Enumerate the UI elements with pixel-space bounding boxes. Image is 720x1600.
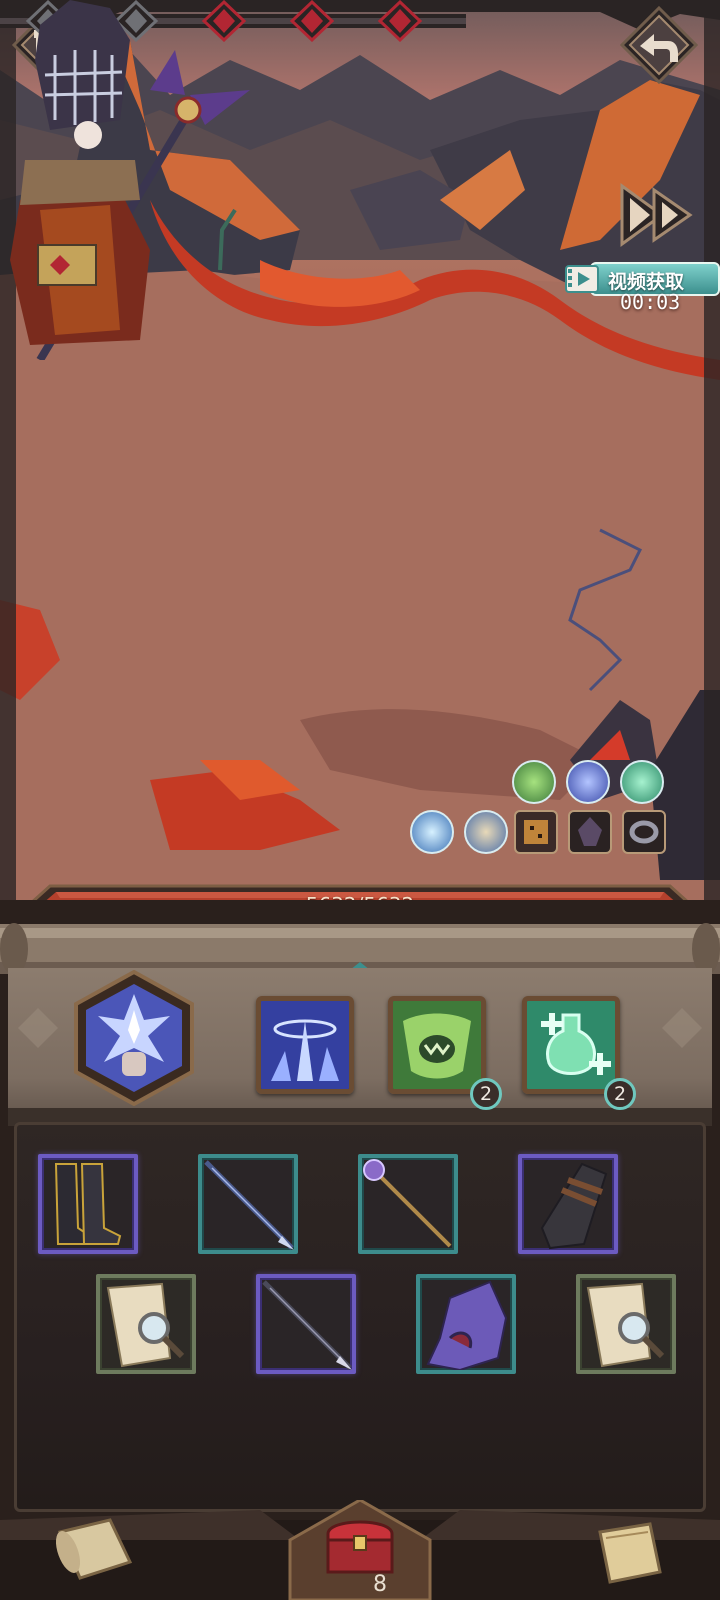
inventory-slot-boots[interactable] xyxy=(38,1154,138,1254)
fast-forward-icon xyxy=(620,183,693,247)
frost-spike-skill-button[interactable] xyxy=(256,996,354,1094)
battle-scene: 视频获取 00:03 xyxy=(0,0,720,900)
frost-spike-icon xyxy=(261,1001,349,1089)
healing-potion-charge-badge: 2 xyxy=(604,1078,636,1110)
poison-howl-skill-button[interactable] xyxy=(388,996,486,1094)
relic-dice-icon[interactable] xyxy=(514,810,558,854)
bracer-icon xyxy=(540,1162,608,1250)
healing-potion-skill-button[interactable] xyxy=(522,996,620,1094)
treasure-chest-icon xyxy=(326,1520,394,1574)
book-icon xyxy=(598,1522,662,1584)
inventory-slot-spear[interactable] xyxy=(198,1154,298,1254)
inventory-slot-orb-staff[interactable] xyxy=(358,1154,458,1254)
buff-frost-icon[interactable] xyxy=(566,760,610,804)
return-button[interactable] xyxy=(620,6,698,84)
return-arrow-icon xyxy=(620,6,698,84)
book-button[interactable] xyxy=(580,1512,680,1592)
inventory-slot-bracer[interactable] xyxy=(518,1154,618,1254)
game-screen: 视频获取 00:03 2 2 8 xyxy=(0,0,720,1600)
video-reward-timer: 00:03 xyxy=(620,290,681,314)
buff-lightning-icon[interactable] xyxy=(410,810,454,854)
healing-potion-icon xyxy=(527,1001,615,1089)
relic-ring-icon[interactable] xyxy=(622,810,666,854)
spear-icon xyxy=(204,1160,294,1250)
inventory-slot-scroll-magnifier[interactable] xyxy=(576,1274,676,1374)
buff-poison-icon[interactable] xyxy=(512,760,556,804)
cloak-icon xyxy=(426,1280,508,1370)
boots-icon xyxy=(54,1163,122,1245)
scroll-quest-button[interactable] xyxy=(40,1512,140,1592)
primary-skill-button[interactable] xyxy=(66,969,202,1107)
inventory-slot-cloak[interactable] xyxy=(416,1274,516,1374)
spear-icon xyxy=(262,1280,352,1370)
scroll-magnifier-icon xyxy=(586,1282,665,1368)
film-play-icon xyxy=(565,265,599,293)
scroll-magnifier-icon xyxy=(106,1282,185,1368)
relic-crystal-icon[interactable] xyxy=(568,810,612,854)
poison-howl-icon xyxy=(393,1001,481,1089)
chest-count: 8 xyxy=(373,1572,387,1597)
ice-shatter-skill-icon xyxy=(74,969,194,1107)
treasure-chest-button[interactable] xyxy=(320,1510,400,1576)
inventory-slot-spear[interactable] xyxy=(256,1274,356,1374)
buff-heal-icon[interactable] xyxy=(620,760,664,804)
poison-howl-charge-badge: 2 xyxy=(470,1078,502,1110)
scroll-icon xyxy=(55,1518,133,1580)
orb-staff-icon xyxy=(363,1159,452,1248)
speed-up-button[interactable] xyxy=(602,180,698,250)
video-reward-button[interactable]: 视频获取 00:03 xyxy=(560,260,720,322)
inventory-slot-scroll-magnifier[interactable] xyxy=(96,1274,196,1374)
hero-character xyxy=(10,0,250,360)
buff-scroll-icon[interactable] xyxy=(464,810,508,854)
